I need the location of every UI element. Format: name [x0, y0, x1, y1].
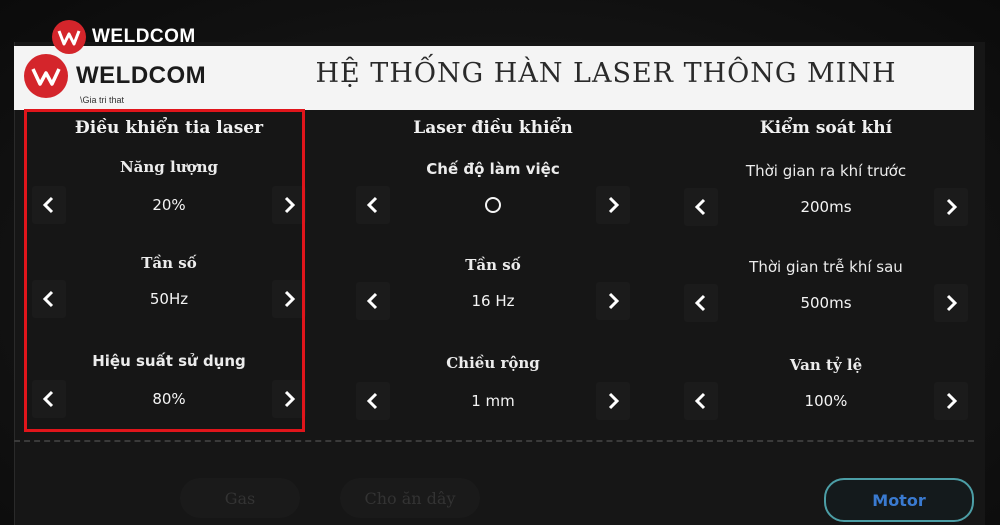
header-banner: WELDCOM \Gia tri that HỆ THỐNG HÀN LASER… — [14, 46, 974, 110]
pre-gas-time-decrease-button[interactable] — [684, 188, 718, 226]
chevron-left-icon — [366, 196, 378, 214]
chevron-left-icon — [42, 290, 54, 308]
proportional-valve-value: 100% — [804, 392, 848, 410]
nav-gas-button[interactable]: Gas — [180, 478, 300, 518]
field-label-proportional-valve: Van tỷ lệ — [789, 356, 863, 374]
chevron-right-icon — [284, 290, 296, 308]
field-label-width: Chiều rộng — [446, 354, 540, 372]
pre-gas-time-stepper: 200ms — [676, 188, 976, 226]
post-gas-delay-increase-button[interactable] — [934, 284, 968, 322]
chevron-right-icon — [608, 292, 620, 310]
width-stepper: 1 mm — [348, 382, 638, 420]
post-gas-delay-decrease-button[interactable] — [684, 284, 718, 322]
proportional-valve-increase-button[interactable] — [934, 382, 968, 420]
chevron-right-icon — [946, 294, 958, 312]
field-label-energy: Năng lượng — [119, 158, 219, 176]
weldcom-logo-icon — [52, 20, 86, 54]
energy-decrease-button[interactable] — [32, 186, 66, 224]
pre-gas-time-increase-button[interactable] — [934, 188, 968, 226]
width-increase-button[interactable] — [596, 382, 630, 420]
width-value: 1 mm — [471, 392, 515, 410]
header-logo: WELDCOM — [24, 54, 206, 98]
chevron-right-icon — [946, 198, 958, 216]
efficiency-value: 80% — [152, 390, 186, 408]
frequency-increase-button[interactable] — [272, 280, 306, 318]
efficiency-decrease-button[interactable] — [32, 380, 66, 418]
laser-frequency-stepper: 16 Hz — [348, 282, 638, 320]
panel-title: Điều khiển tia laser — [74, 118, 264, 138]
page-title: HỆ THỐNG HÀN LASER THÔNG MINH — [315, 58, 897, 89]
work-mode-prev-button[interactable] — [356, 186, 390, 224]
chevron-left-icon — [366, 292, 378, 310]
watermark-logo: WELDCOM — [52, 20, 196, 54]
panel-laser-beam-control: Điều khiển tia laser Năng lượng 20% Tần … — [24, 112, 314, 432]
laser-frequency-increase-button[interactable] — [596, 282, 630, 320]
frequency-value: 50Hz — [149, 290, 189, 308]
weldcom-logo-icon — [24, 54, 68, 98]
proportional-valve-stepper: 100% — [676, 382, 976, 420]
chevron-right-icon — [284, 390, 296, 408]
work-mode-circle-icon — [485, 197, 501, 213]
panel-title: Kiểm soát khí — [759, 118, 893, 138]
laser-frequency-decrease-button[interactable] — [356, 282, 390, 320]
chevron-left-icon — [694, 392, 706, 410]
header-tagline: \Gia tri that — [80, 95, 125, 105]
frequency-decrease-button[interactable] — [32, 280, 66, 318]
field-label-post-gas-delay: Thời gian trễ khí sau — [749, 258, 903, 276]
work-mode-value — [398, 186, 588, 224]
post-gas-delay-stepper: 500ms — [676, 284, 976, 322]
energy-increase-button[interactable] — [272, 186, 306, 224]
frequency-stepper: 50Hz — [24, 280, 314, 318]
panel-title: Laser điều khiển — [413, 118, 573, 138]
nav-motor-button[interactable]: Motor — [824, 478, 974, 522]
laser-frequency-value: 16 Hz — [471, 292, 515, 310]
chevron-left-icon — [694, 198, 706, 216]
energy-stepper: 20% — [24, 186, 314, 224]
watermark-brand: WELDCOM — [92, 26, 196, 47]
chevron-right-icon — [946, 392, 958, 410]
panel-gas-control: Kiểm soát khí Thời gian ra khí trước 200… — [676, 112, 976, 432]
chevron-left-icon — [42, 196, 54, 214]
field-label-frequency: Tần số — [465, 256, 521, 274]
panel-laser-control: Laser điều khiển Chế độ làm việc Tần số … — [348, 112, 638, 432]
pre-gas-time-value: 200ms — [800, 198, 852, 216]
field-label-pre-gas-time: Thời gian ra khí trước — [745, 162, 907, 180]
post-gas-delay-value: 500ms — [800, 294, 852, 312]
chevron-right-icon — [284, 196, 296, 214]
chevron-left-icon — [42, 390, 54, 408]
efficiency-stepper: 80% — [24, 380, 314, 418]
chevron-left-icon — [694, 294, 706, 312]
chevron-left-icon — [366, 392, 378, 410]
field-label-efficiency: Hiệu suất sử dụng — [92, 352, 246, 370]
proportional-valve-decrease-button[interactable] — [684, 382, 718, 420]
header-brand: WELDCOM — [76, 62, 207, 89]
width-decrease-button[interactable] — [356, 382, 390, 420]
efficiency-increase-button[interactable] — [272, 380, 306, 418]
nav-wire-feeder-button[interactable]: Cho ăn dây — [340, 478, 480, 518]
energy-value: 20% — [152, 196, 186, 214]
chevron-right-icon — [608, 392, 620, 410]
field-label-frequency: Tần số — [141, 254, 197, 272]
field-label-work-mode: Chế độ làm việc — [426, 160, 560, 178]
work-mode-stepper — [348, 186, 638, 224]
dashed-divider — [14, 440, 974, 442]
chevron-right-icon — [608, 196, 620, 214]
work-mode-next-button[interactable] — [596, 186, 630, 224]
